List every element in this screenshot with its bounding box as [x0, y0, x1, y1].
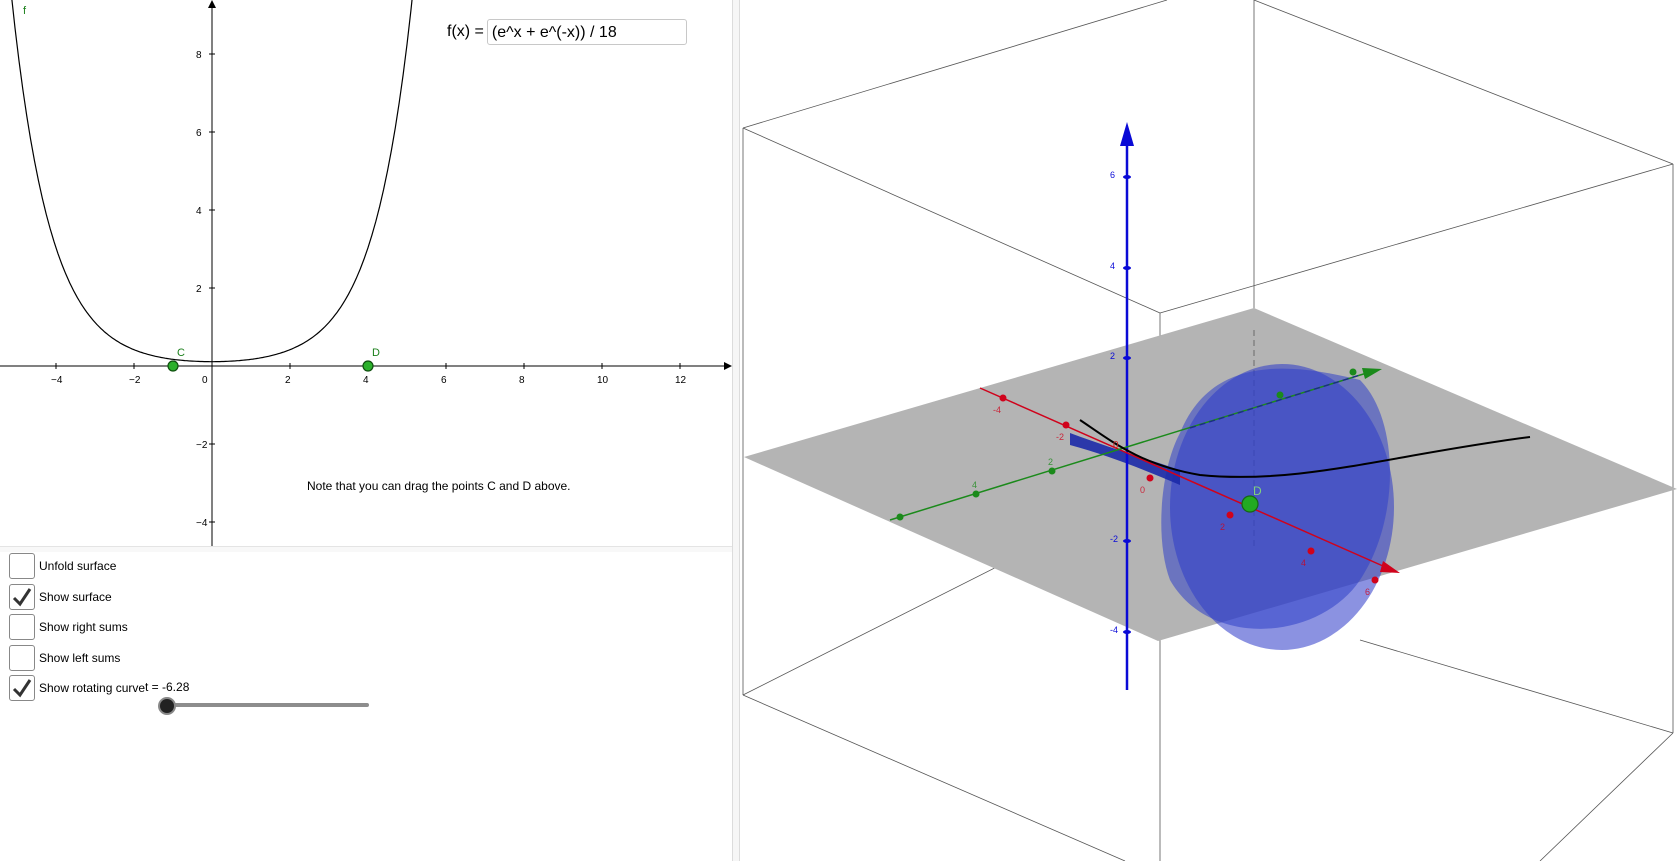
z-tick-label: -2 [1110, 534, 1118, 544]
point-D[interactable] [362, 360, 374, 372]
checkbox-row-show-right-sums[interactable]: Show right sums [9, 613, 128, 641]
y-tick-label: 2 [196, 284, 202, 295]
x3d-tick [1226, 511, 1234, 519]
slider-t-label: t = -6.28 [145, 680, 190, 694]
checkmark-icon [12, 588, 32, 607]
x3d-tick-label: -4 [993, 405, 1001, 415]
draggable-points: CD [167, 347, 380, 372]
graph-2d-canvas[interactable]: −4 −2 0 2 4 6 8 10 12 8642−2−4 f CD [0, 0, 732, 548]
y-tick-label: 6 [196, 128, 202, 139]
checkbox-label: Show right sums [39, 620, 128, 634]
z-tick-label: 4 [1110, 261, 1115, 271]
point-D-3d[interactable] [1241, 495, 1259, 513]
z-tick-label: 2 [1110, 351, 1115, 361]
checkbox-label: Unfold surface [39, 559, 117, 573]
checkbox[interactable] [9, 645, 35, 671]
graphics-view-3d[interactable]: 6 4 2 -2 -4 -4 -2 0 2 4 6 4 2 D 0 [740, 0, 1680, 862]
y3d-tick [972, 490, 980, 498]
checkbox-label: Show rotating curve [39, 681, 146, 695]
x-tick-label: 0 [202, 375, 208, 386]
y3d-tick [1349, 368, 1357, 376]
y3d-tick-label: 2 [1048, 457, 1053, 467]
z-tick [1123, 175, 1131, 179]
checkbox-row-unfold-surface[interactable]: Unfold surface [9, 552, 116, 580]
input-bar: f(x) = (e^x + e^(-x)) / 18 [447, 19, 687, 45]
point-C[interactable] [167, 360, 179, 372]
z-tick [1123, 356, 1131, 360]
vertical-splitter[interactable] [732, 0, 740, 861]
drag-note: Note that you can drag the points C and … [307, 479, 571, 493]
y-tick-label: 8 [196, 50, 202, 61]
y3d-tick-label: 4 [972, 480, 977, 490]
input-label: f(x) = [447, 23, 484, 40]
x3d-tick [1062, 421, 1070, 429]
y3d-tick [1276, 391, 1284, 399]
x-tick-label: −2 [129, 375, 141, 386]
x-tick-label: 10 [597, 375, 609, 386]
z-tick [1123, 266, 1131, 270]
y-tick-label: −2 [196, 440, 208, 451]
z-tick-label: -4 [1110, 625, 1118, 635]
y-axis-arrow [208, 0, 216, 8]
checkbox[interactable] [9, 614, 35, 640]
slider-t-knob[interactable] [158, 697, 176, 715]
x-tick-label: 12 [675, 375, 687, 386]
point-D-label: D [372, 347, 380, 359]
checkbox-label: Show surface [39, 590, 112, 604]
checkbox[interactable] [9, 584, 35, 610]
y-tick-label: −4 [196, 518, 208, 529]
graphics-view-2d[interactable]: −4 −2 0 2 4 6 8 10 12 8 6 4 2 −2 −4 f CD f(x) = (e^x … [0, 0, 732, 548]
point-D-3d-label: D [1253, 484, 1262, 498]
z-tick [1123, 630, 1131, 634]
y-tick-label: 4 [196, 206, 202, 217]
point-C-label: C [177, 347, 185, 359]
x3d-tick [999, 394, 1007, 402]
x-tick-label: 6 [441, 375, 447, 386]
checkbox-row-show-rotating-curve[interactable]: Show rotating curve [9, 674, 145, 702]
x3d-tick-label: 6 [1365, 587, 1370, 597]
x3d-tick [1146, 474, 1154, 482]
function-label: f [23, 5, 27, 17]
origin-label: 0 [1113, 440, 1119, 451]
x-tick-label: 8 [519, 375, 525, 386]
x3d-tick-label: 4 [1301, 558, 1306, 568]
x3d-tick [1371, 576, 1379, 584]
checkbox[interactable] [9, 553, 35, 579]
function-input[interactable]: (e^x + e^(-x)) / 18 [486, 19, 687, 45]
slider-t-track[interactable] [166, 703, 369, 707]
z-tick-label: 6 [1110, 170, 1115, 180]
graph-3d-canvas[interactable]: 6 4 2 -2 -4 -4 -2 0 2 4 6 4 2 D 0 [740, 0, 1680, 862]
checkmark-icon [12, 679, 32, 698]
x-axis-arrow [724, 362, 732, 370]
x3d-tick-label: 2 [1220, 522, 1225, 532]
x3d-tick-label: 0 [1140, 485, 1145, 495]
y3d-tick [1048, 467, 1056, 475]
x-tick-label: −4 [51, 375, 63, 386]
checkbox-row-show-left-sums[interactable]: Show left sums [9, 644, 120, 672]
checkbox-label: Show left sums [39, 651, 121, 665]
checkbox[interactable] [9, 675, 35, 701]
checkbox-row-show-surface[interactable]: Show surface [9, 583, 112, 611]
z-tick [1123, 539, 1131, 543]
y3d-tick [896, 513, 904, 521]
x3d-tick-label: -2 [1056, 432, 1064, 442]
x3d-tick [1307, 547, 1315, 555]
z-axis-arrow [1120, 122, 1134, 146]
x-tick-label: 4 [363, 375, 369, 386]
x-tick-label: 2 [285, 375, 291, 386]
